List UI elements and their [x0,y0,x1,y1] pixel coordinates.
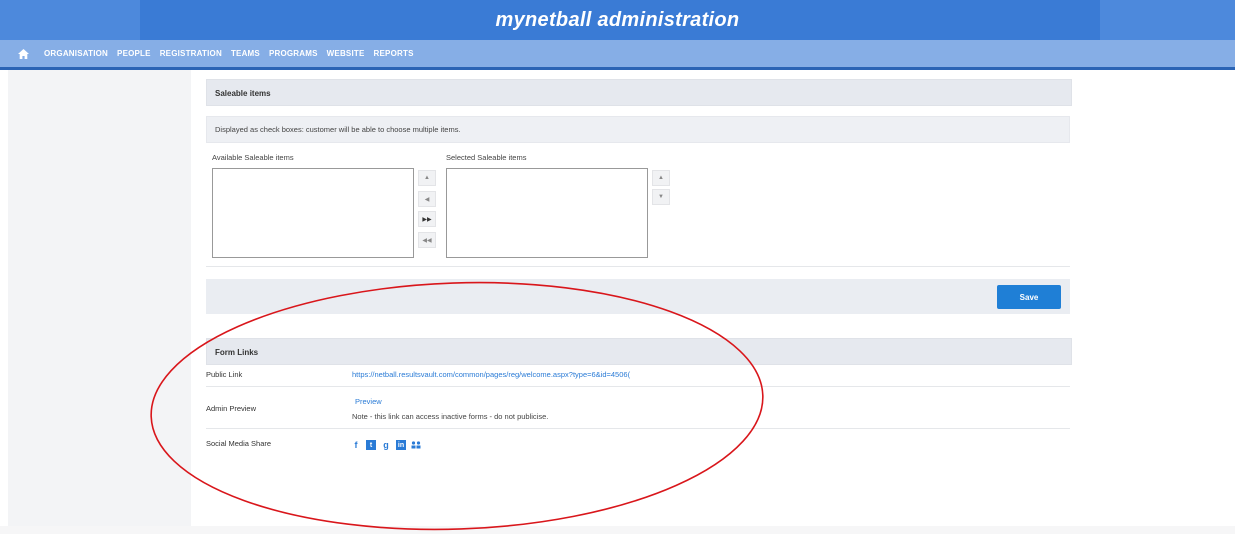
move-left-button[interactable]: ◀ [418,191,436,207]
preview-link[interactable]: Preview [355,397,382,406]
save-button[interactable]: Save [997,285,1061,309]
divider [206,428,1070,429]
nav-programs[interactable]: PROGRAMS [269,49,318,58]
nav-registration[interactable]: REGISTRATION [160,49,222,58]
saleable-note: Displayed as check boxes: customer will … [215,125,461,134]
order-up-button[interactable]: ▲ [652,170,670,186]
divider [206,266,1070,267]
available-items-list[interactable] [212,168,414,258]
top-header: mynetball administration [0,0,1235,40]
selected-items-label: Selected Saleable items [446,153,527,162]
left-pane [8,70,191,526]
nav-organisation[interactable]: ORGANISATION [44,49,108,58]
order-down-button[interactable]: ▼ [652,189,670,205]
google-plus-icon[interactable]: g [380,439,392,451]
preview-note: Note - this link can access inactive for… [352,412,549,421]
selected-items-list[interactable] [446,168,648,258]
facebook-icon[interactable]: f [350,439,362,451]
social-media-share-label: Social Media Share [206,439,272,448]
nav-teams[interactable]: TEAMS [231,49,260,58]
twitter-icon[interactable]: t [366,440,376,450]
move-up-button[interactable]: ▲ [418,170,436,186]
divider [206,386,1070,387]
social-share-icons: f t g in [350,438,422,452]
admin-preview-label: Admin Preview [206,404,257,413]
form-links-title: Form Links [215,348,259,357]
public-link-label: Public Link [206,370,243,379]
form-links-header: Form Links [206,338,1072,365]
linkedin-icon[interactable]: in [396,440,406,450]
saleable-note-bar: Displayed as check boxes: customer will … [206,116,1070,143]
main-nav: ORGANISATION PEOPLE REGISTRATION TEAMS P… [0,40,1235,70]
move-all-left-button[interactable]: ◀◀ [418,232,436,248]
saleable-items-header: Saleable items [206,79,1072,106]
available-items-label: Available Saleable items [212,153,294,162]
footer-strip [0,526,1235,534]
nav-reports[interactable]: REPORTS [374,49,414,58]
nav-website[interactable]: WEBSITE [327,49,365,58]
save-bar [206,279,1070,314]
share-icon[interactable] [410,439,422,451]
public-link-url[interactable]: https://netball.resultsvault.com/common/… [352,370,630,379]
nav-people[interactable]: PEOPLE [117,49,151,58]
saleable-items-title: Saleable items [215,89,271,98]
home-icon[interactable] [14,40,32,67]
move-all-right-button[interactable]: ▶▶ [418,211,436,227]
app-title: mynetball administration [495,9,740,31]
